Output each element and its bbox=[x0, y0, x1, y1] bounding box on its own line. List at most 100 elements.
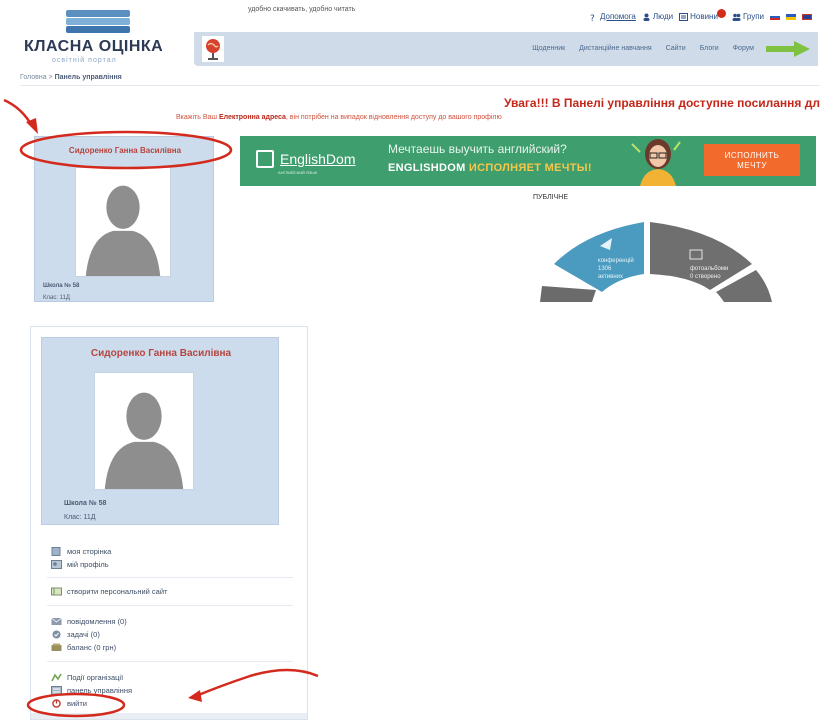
profile-card-sidebar: Сидоренко Ганна Василівна Школа № 58 Кла… bbox=[41, 337, 279, 525]
nav-forum[interactable]: Форум bbox=[733, 45, 754, 52]
warning-sub-after: , він потрібен на випадок відновлення до… bbox=[285, 114, 502, 121]
banner-slogan-white: ENGLISHDOM bbox=[388, 162, 469, 174]
englishdom-ad-banner[interactable]: EnglishDom АНГЛИЙСКИЙ ЯЗЫК Мечтаешь выуч… bbox=[240, 136, 816, 186]
nav-sites[interactable]: Сайти bbox=[666, 45, 686, 52]
menu-my-profile[interactable]: мій профіль bbox=[51, 558, 291, 571]
site-subtitle: освітній портал bbox=[52, 57, 117, 64]
news-badge bbox=[716, 9, 726, 18]
menu-balance-label: баланс (0 грн) bbox=[67, 643, 117, 652]
flag-ua-icon[interactable] bbox=[786, 13, 796, 20]
help-link-label: Допомога bbox=[600, 12, 636, 21]
profile-name-sidebar[interactable]: Сидоренко Ганна Василівна bbox=[42, 348, 280, 359]
menu-divider bbox=[47, 605, 293, 606]
englishdom-house-icon bbox=[256, 150, 274, 168]
wheel-seg2-line1: фотоальбоми bbox=[690, 266, 728, 272]
site-title: КЛАСНА ОЦІНКА bbox=[24, 38, 164, 55]
englishdom-logo: EnglishDom bbox=[256, 150, 355, 168]
avatar[interactable] bbox=[75, 167, 171, 277]
help-icon: ? bbox=[590, 14, 595, 21]
logout-icon bbox=[52, 699, 61, 708]
globe-icon[interactable] bbox=[202, 36, 224, 62]
banner-slogan: ENGLISHDOM ИСПОЛНЯЕТ МЕЧТЫ! bbox=[388, 162, 592, 174]
people-link-label: Люди bbox=[652, 12, 674, 21]
menu-logout-label: вийти bbox=[67, 699, 87, 708]
menu-group-admin: Події організації панель управління вийт… bbox=[51, 671, 291, 710]
news-link[interactable]: Новини bbox=[679, 9, 726, 21]
banner-headline: Мечтаешь выучить английский? bbox=[388, 142, 567, 156]
bottom-screenshot: Сидоренко Ганна Василівна Школа № 58 Кла… bbox=[30, 326, 308, 720]
warning-subtitle: Вкажіть Ваш Електронна адреса, він потрі… bbox=[176, 114, 502, 121]
banner-cta-button[interactable]: ИСПОЛНИТЬ МЕЧТУ bbox=[704, 144, 800, 176]
menu-divider bbox=[47, 577, 293, 578]
warning-sub-before: Вкажіть Ваш bbox=[176, 114, 219, 121]
flag-ru-icon[interactable] bbox=[770, 13, 780, 20]
menu-org-events[interactable]: Події організації bbox=[51, 671, 291, 684]
breadcrumb-current: Панель управління bbox=[54, 74, 122, 81]
stats-wheel: конференцій 1306 активних фотоальбоми 0 … bbox=[540, 222, 772, 302]
page-icon bbox=[51, 547, 61, 556]
menu-tasks[interactable]: задачі (0) bbox=[51, 628, 291, 641]
news-link-label: Новини bbox=[690, 12, 718, 21]
breadcrumb-separator: > bbox=[46, 74, 55, 81]
top-screenshot: КЛАСНА ОЦІНКА освітній портал удобно ска… bbox=[0, 0, 820, 302]
profile-name[interactable]: Сидоренко Ганна Василівна bbox=[35, 146, 215, 155]
wheel-seg2-line2: 0 створено bbox=[690, 274, 721, 280]
menu-group-messages: повідомлення (0) задачі (0) баланс (0 гр… bbox=[51, 615, 291, 654]
menu-control-panel[interactable]: панель управління bbox=[51, 684, 291, 697]
nav-links: Щоденник Дистанційне навчання Сайти Блог… bbox=[532, 45, 754, 52]
top-links: ? Допомога Люди Новини Групи bbox=[589, 9, 812, 21]
menu-create-site[interactable]: створити персональний сайт bbox=[51, 585, 291, 598]
logo-books-icon bbox=[66, 10, 130, 38]
banner-slogan-yellow: ИСПОЛНЯЕТ МЕЧТЫ! bbox=[468, 162, 592, 174]
menu-messages[interactable]: повідомлення (0) bbox=[51, 615, 291, 628]
menu-control-panel-label: панель управління bbox=[67, 686, 133, 695]
profile-icon bbox=[51, 560, 62, 569]
menu-tasks-label: задачі (0) bbox=[67, 630, 100, 639]
menu-group-profile: моя сторінка мій профіль bbox=[51, 545, 291, 571]
profile-class-sidebar: Клас: 11Д bbox=[64, 514, 96, 521]
site-icon bbox=[51, 587, 62, 596]
wheel-seg1-line2: 1306 bbox=[598, 266, 612, 272]
profile-card: Сидоренко Ганна Василівна Школа № 58 Кла… bbox=[34, 136, 214, 302]
banner-woman-illustration bbox=[631, 139, 681, 186]
profile-class: Клас: 11Д bbox=[43, 295, 70, 301]
menu-my-profile-label: мій профіль bbox=[67, 560, 109, 569]
groups-link[interactable]: Групи bbox=[732, 12, 764, 21]
englishdom-brand: EnglishDom bbox=[280, 151, 356, 167]
menu-my-page[interactable]: моя сторінка bbox=[51, 545, 291, 558]
avatar-sidebar[interactable] bbox=[94, 372, 194, 490]
menu-balance[interactable]: баланс (0 грн) bbox=[51, 641, 291, 654]
site-slogan: удобно скачивать, удобно читать bbox=[248, 6, 356, 13]
banner-cta-line1: ИСПОЛНИТЬ bbox=[724, 151, 780, 160]
wheel-seg1-line3: активних bbox=[598, 274, 623, 280]
groups-icon bbox=[732, 13, 741, 21]
balance-icon bbox=[51, 643, 62, 651]
menu-org-events-label: Події організації bbox=[67, 673, 124, 682]
people-link[interactable]: Люди bbox=[642, 12, 673, 21]
mail-icon bbox=[51, 617, 62, 625]
menu-logout[interactable]: вийти bbox=[51, 697, 291, 710]
groups-link-label: Групи bbox=[742, 12, 764, 21]
nav-distance-learning[interactable]: Дистанційне навчання bbox=[579, 45, 651, 52]
svg-text:?: ? bbox=[590, 14, 595, 21]
profile-school-sidebar: Школа № 58 bbox=[64, 500, 107, 507]
public-section-label: ПУБЛІЧНЕ bbox=[533, 194, 568, 201]
flag-gb-icon[interactable] bbox=[802, 13, 812, 20]
arrow-icon[interactable] bbox=[764, 40, 812, 58]
warning-title: Увага!!! В Панелі управління доступне по… bbox=[504, 96, 820, 110]
warning-email-link[interactable]: Електронна адреса bbox=[219, 114, 286, 121]
breadcrumb-home[interactable]: Головна bbox=[20, 74, 47, 81]
bottom-strip bbox=[31, 713, 307, 719]
menu-group-site: створити персональний сайт bbox=[51, 585, 291, 598]
tasks-icon bbox=[52, 630, 61, 639]
profile-school: Школа № 58 bbox=[43, 283, 80, 289]
people-icon bbox=[643, 13, 650, 21]
news-icon bbox=[679, 12, 689, 21]
englishdom-tagline: АНГЛИЙСКИЙ ЯЗЫК bbox=[278, 170, 318, 175]
breadcrumb: Головна > Панель управління bbox=[20, 74, 820, 86]
nav-diary[interactable]: Щоденник bbox=[532, 45, 565, 52]
nav-blogs[interactable]: Блоги bbox=[700, 45, 719, 52]
menu-divider bbox=[47, 661, 293, 662]
help-link[interactable]: ? Допомога bbox=[589, 12, 636, 21]
menu-create-site-label: створити персональний сайт bbox=[67, 587, 168, 596]
